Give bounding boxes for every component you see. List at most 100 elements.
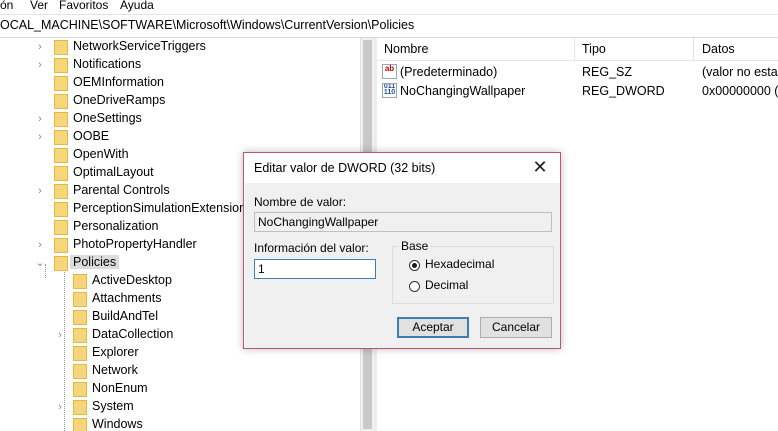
- folder-icon: [73, 274, 87, 289]
- list-header: Nombre Tipo Datos: [377, 38, 778, 61]
- ok-button[interactable]: Aceptar: [397, 317, 469, 338]
- folder-icon: [54, 220, 68, 235]
- tree-child-item[interactable]: NonEnum: [0, 380, 360, 398]
- column-divider[interactable]: [574, 38, 575, 60]
- tree-child-item[interactable]: Network: [0, 362, 360, 380]
- tree-item-label: DataCollection: [92, 327, 174, 341]
- radio-selected-dot: [412, 263, 417, 268]
- tree-item-label: PhotoPropertyHandler: [73, 237, 197, 251]
- value-data: (valor no estab: [702, 65, 778, 79]
- tree-item-label: OOBE: [73, 129, 110, 143]
- chevron-right-icon[interactable]: ›: [55, 400, 65, 414]
- string-value-icon: ab: [382, 64, 397, 79]
- column-header-name[interactable]: Nombre: [384, 42, 428, 56]
- folder-icon: [54, 166, 68, 181]
- chevron-right-icon[interactable]: ›: [35, 130, 45, 144]
- menu-help[interactable]: Ayuda: [120, 0, 154, 12]
- tree-item-label: BuildAndTel: [92, 309, 159, 323]
- value-type: REG_SZ: [582, 65, 633, 79]
- folder-icon: [54, 112, 68, 127]
- chevron-right-icon[interactable]: ›: [35, 58, 45, 72]
- tree-item-label: Parental Controls: [73, 183, 170, 197]
- value-data: 0x00000000 (0): [702, 84, 778, 98]
- decimal-radio[interactable]: [409, 281, 420, 292]
- tree-item-label: OpenWith: [73, 147, 129, 161]
- tree-item-label: Personalization: [73, 219, 159, 233]
- value-data-input[interactable]: 1: [254, 259, 376, 279]
- edit-dword-dialog: Editar valor de DWORD (32 bits) ✕ Nombre…: [243, 152, 561, 349]
- list-row[interactable]: 011 110 NoChangingWallpaper REG_DWORD 0x…: [377, 82, 778, 100]
- tree-item-label: OneSettings: [73, 111, 142, 125]
- address-bar[interactable]: OCAL_MACHINE\SOFTWARE\Microsoft\Windows\…: [0, 14, 778, 38]
- tree-item-label: NetworkServiceTriggers: [73, 39, 206, 53]
- value-name: (Predeterminado): [400, 65, 498, 79]
- tree-item[interactable]: › OneSettings: [0, 110, 360, 128]
- tree-item-label: Windows: [92, 417, 143, 431]
- folder-icon: [54, 40, 68, 55]
- folder-icon: [54, 184, 68, 199]
- value-name-label: Nombre de valor:: [254, 195, 347, 209]
- value-name: NoChangingWallpaper: [400, 84, 526, 98]
- folder-icon: [73, 364, 87, 379]
- column-divider[interactable]: [693, 38, 694, 60]
- menu-favorites[interactable]: Favoritos: [59, 0, 108, 12]
- tree-item[interactable]: › NetworkServiceTriggers: [0, 38, 360, 56]
- dialog-body: Nombre de valor: NoChangingWallpaper Inf…: [245, 183, 560, 348]
- chevron-right-icon[interactable]: ›: [35, 184, 45, 198]
- tree-item[interactable]: › OOBE: [0, 128, 360, 146]
- tree-item[interactable]: OEMInformation: [0, 74, 360, 92]
- folder-icon: [54, 256, 68, 271]
- chevron-down-icon[interactable]: ⌄: [35, 256, 45, 270]
- tree-item-label: PerceptionSimulationExtensions: [73, 201, 253, 215]
- tree-item-label: OptimalLayout: [73, 165, 154, 179]
- menu-view[interactable]: Ver: [30, 0, 48, 12]
- close-icon[interactable]: ✕: [530, 157, 550, 177]
- chevron-right-icon[interactable]: ›: [35, 112, 45, 126]
- tree-item-label: OEMInformation: [73, 75, 165, 89]
- base-groupbox: Base Hexadecimal Decimal: [392, 239, 554, 304]
- column-header-type[interactable]: Tipo: [582, 42, 606, 56]
- folder-icon: [73, 400, 87, 415]
- folder-icon: [73, 346, 87, 361]
- cancel-button[interactable]: Cancelar: [480, 317, 552, 338]
- tree-item-label: System: [92, 399, 134, 413]
- tree-item-label: ActiveDesktop: [92, 273, 172, 287]
- column-header-data[interactable]: Datos: [702, 42, 735, 56]
- tree-item-label: Attachments: [92, 291, 162, 305]
- hexadecimal-radio[interactable]: [409, 260, 420, 271]
- list-row[interactable]: ab (Predeterminado) REG_SZ (valor no est…: [377, 63, 778, 81]
- tree-item[interactable]: › Notifications: [0, 56, 360, 74]
- folder-icon: [54, 58, 68, 73]
- tree-item-label: NonEnum: [92, 381, 148, 395]
- tree-item-label: Explorer: [92, 345, 139, 359]
- menu-bar: ón Ver Favoritos Ayuda: [0, 0, 778, 14]
- base-label: Base: [399, 239, 431, 253]
- chevron-right-icon[interactable]: ›: [55, 328, 65, 342]
- tree-item-label: Notifications: [73, 57, 142, 71]
- folder-icon: [54, 238, 68, 253]
- tree-item-label: OneDriveRamps: [73, 93, 166, 107]
- dialog-title: Editar valor de DWORD (32 bits): [254, 161, 436, 175]
- tree-item-label: Network: [92, 363, 138, 377]
- chevron-right-icon[interactable]: ›: [35, 238, 45, 252]
- folder-icon: [54, 130, 68, 145]
- tree-item[interactable]: OneDriveRamps: [0, 92, 360, 110]
- chevron-right-icon[interactable]: ›: [35, 40, 45, 54]
- folder-icon: [73, 418, 87, 431]
- decimal-label[interactable]: Decimal: [425, 278, 468, 292]
- hexadecimal-label[interactable]: Hexadecimal: [425, 257, 494, 271]
- binary-value-icon: 011 110: [382, 83, 397, 98]
- folder-icon: [54, 202, 68, 217]
- tree-child-item[interactable]: › System: [0, 398, 360, 416]
- folder-icon: [73, 310, 87, 325]
- tree-child-item[interactable]: Windows: [0, 416, 360, 431]
- folder-icon: [73, 328, 87, 343]
- value-name-field[interactable]: NoChangingWallpaper: [254, 212, 552, 232]
- menu-file[interactable]: ón: [0, 0, 13, 12]
- folder-icon: [73, 292, 87, 307]
- tree-item-label: Policies: [70, 255, 120, 269]
- address-path: OCAL_MACHINE\SOFTWARE\Microsoft\Windows\…: [0, 18, 415, 32]
- folder-icon: [54, 148, 68, 163]
- folder-icon: [73, 382, 87, 397]
- folder-icon: [54, 76, 68, 91]
